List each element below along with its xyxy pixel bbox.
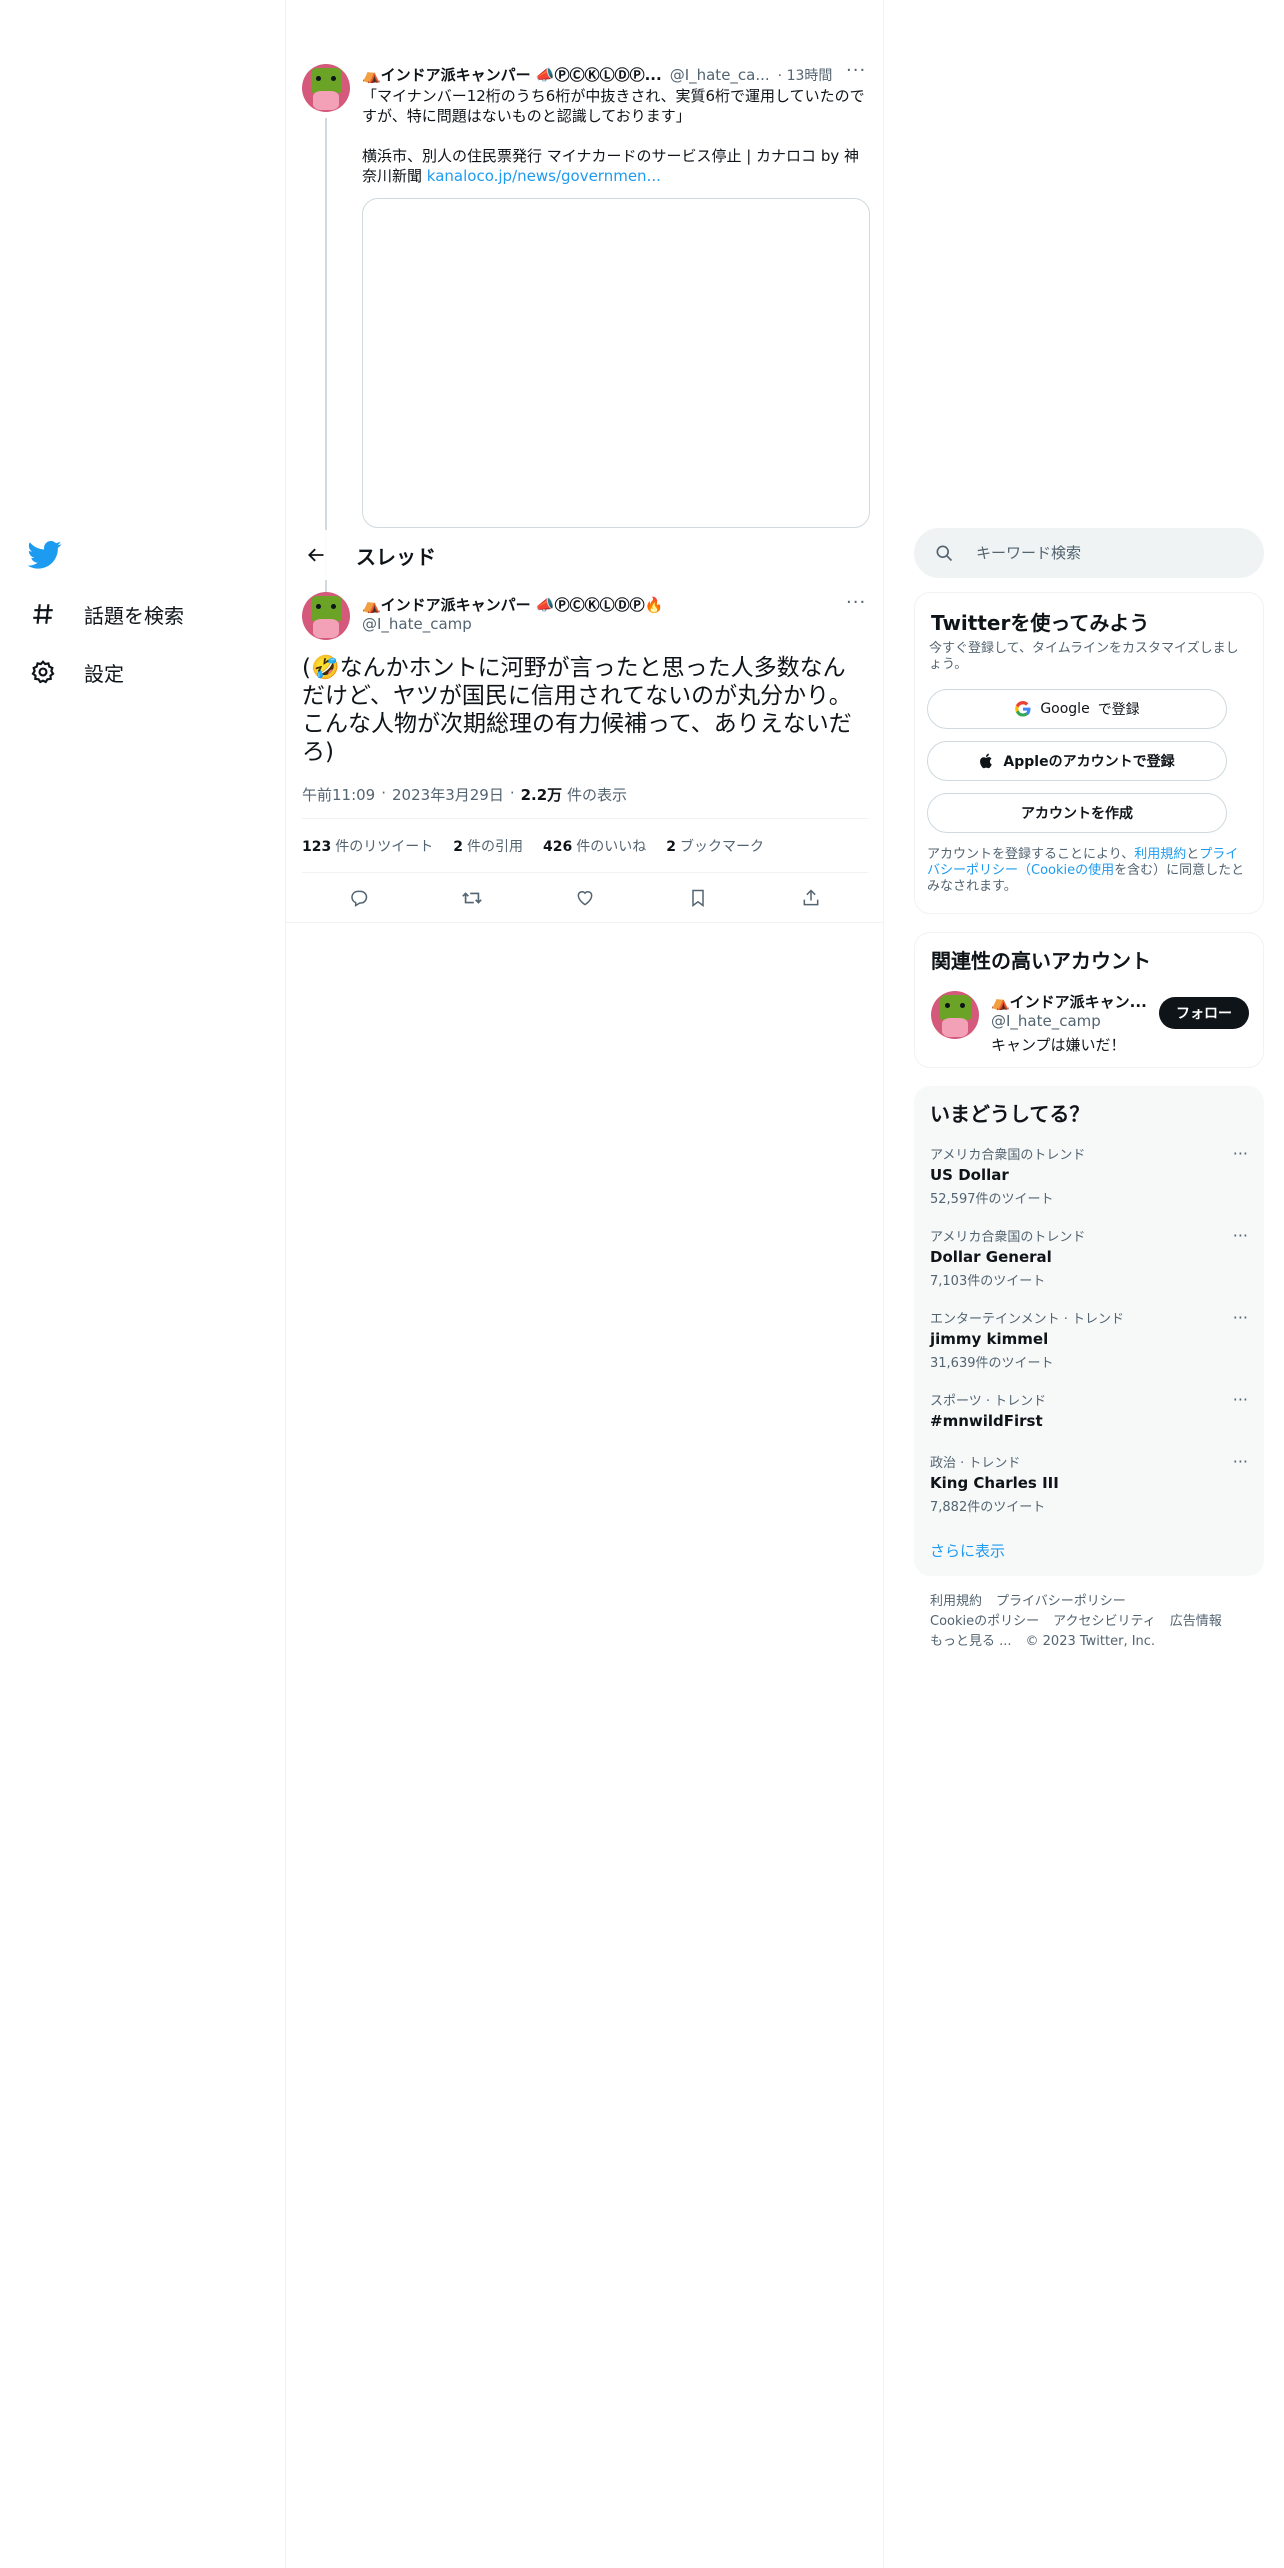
footer-link[interactable]: Cookieのポリシー — [930, 1614, 1039, 1629]
tweet-text: 「マイナンバー12桁のうち6桁が中抜きされ、実質6桁で運用していたのですが、特に… — [362, 87, 865, 185]
footer-link[interactable]: プライバシーポリシー — [996, 1594, 1126, 1609]
gear-icon — [26, 655, 60, 689]
account-name[interactable]: ⛺インドア派キャン... — [991, 991, 1151, 1012]
retweet-stat[interactable]: 123 件のリツイート — [302, 836, 433, 856]
account-bio: キャンプは嫌いだ！ — [991, 1036, 1126, 1054]
trend-item[interactable]: エンターテインメント · トレンド jimmy kimmel 31,639件のツ… — [930, 1308, 1248, 1371]
apple-signup-button[interactable]: Appleのアカウントで登録 — [927, 741, 1227, 781]
right-sidebar: Twitterを使ってみよう 今すぐ登録して、タイムラインをカスタマイズしましょ… — [914, 0, 1264, 2568]
show-more-link[interactable]: さらに表示 — [930, 1540, 1005, 1561]
nav-explore-label: 話題を検索 — [84, 603, 184, 628]
tweet-link[interactable]: kanaloco.jp/news/governmen... — [427, 167, 661, 185]
more-options-icon[interactable]: ··· — [1233, 1226, 1248, 1245]
arrow-left-icon — [308, 548, 324, 562]
author-name[interactable]: ⛺インドア派キャンパー 📣ⓅⒸⓀⓁⒹⓅ🔥 — [362, 594, 663, 615]
follow-button[interactable]: フォロー — [1159, 997, 1249, 1029]
more-options-icon[interactable]: ··· — [1233, 1390, 1248, 1409]
hashtag-icon — [26, 597, 60, 631]
reply-icon[interactable] — [341, 880, 377, 916]
footer-link[interactable]: もっと見る ... — [930, 1634, 1012, 1649]
account-handle[interactable]: @I_hate_camp — [991, 1012, 1151, 1030]
twitter-logo-icon[interactable] — [27, 540, 62, 570]
search-input[interactable] — [976, 544, 1236, 562]
footer: 利用規約 プライバシーポリシー Cookieのポリシー アクセシビリティ 広告情報 も… — [930, 1592, 1260, 1652]
search-bar[interactable] — [914, 528, 1264, 578]
nav-settings[interactable]: 設定 — [26, 655, 124, 689]
avatar[interactable] — [931, 991, 979, 1039]
nav-explore[interactable]: 話題を検索 — [26, 597, 184, 631]
nav-settings-label: 設定 — [84, 661, 124, 686]
footer-link[interactable]: 利用規約 — [930, 1594, 982, 1609]
trends-title: いまどうしてる？ — [930, 1102, 1090, 1126]
google-signup-button[interactable]: Google で登録 — [927, 689, 1227, 729]
tweet-text: (🤣なんかホントに河野が言ったと思った人多数なんだけど、ヤツが国民に信用されてな… — [302, 655, 852, 765]
signup-subtitle: 今すぐ登録して、タイムラインをカスタマイズしましょう。 — [929, 641, 1239, 672]
more-options-icon[interactable]: ··· — [1233, 1452, 1248, 1471]
tweet-time[interactable]: 午前11:09 — [302, 784, 375, 805]
more-options-icon[interactable]: ··· — [1233, 1308, 1248, 1327]
create-account-button[interactable]: アカウントを作成 — [927, 793, 1227, 833]
more-options-icon[interactable]: ··· — [846, 592, 866, 613]
divider — [302, 872, 868, 873]
more-options-icon[interactable]: ··· — [846, 60, 866, 81]
divider — [286, 922, 883, 923]
trend-item[interactable]: スポーツ · トレンド #mnwildFirst ··· — [930, 1390, 1248, 1430]
who-to-follow-panel: 関連性の高いアカウント ⛺インドア派キャン... @I_hate_camp キャ… — [914, 932, 1264, 1068]
trend-item[interactable]: 政治 · トレンド King Charles III 7,882件のツイート ·… — [930, 1452, 1248, 1515]
tweet-date[interactable]: 2023年3月29日 — [392, 784, 504, 805]
quote-stat[interactable]: 2 件の引用 — [453, 836, 523, 856]
trends-panel: いまどうしてる？ アメリカ合衆国のトレンド US Dollar 52,597件の… — [914, 1086, 1264, 1576]
avatar[interactable] — [302, 64, 350, 112]
footer-link[interactable]: アクセシビリティ — [1053, 1614, 1156, 1629]
terms-link[interactable]: 利用規約 — [1134, 847, 1186, 862]
divider — [302, 818, 868, 819]
tweet-stats: 123 件のリツイート 2 件の引用 426 件のいいね 2 ブックマーク — [302, 836, 764, 856]
author-handle[interactable]: @I_hate_ca... — [670, 66, 770, 84]
avatar[interactable] — [302, 592, 350, 640]
more-options-icon[interactable]: ··· — [1233, 1144, 1248, 1163]
copyright: © 2023 Twitter, Inc. — [1025, 1634, 1156, 1649]
left-nav: 話題を検索 設定 — [0, 0, 285, 2568]
who-to-follow-title: 関連性の高いアカウント — [931, 949, 1151, 973]
back-button[interactable] — [298, 537, 334, 573]
trend-item[interactable]: アメリカ合衆国のトレンド US Dollar 52,597件のツイート ··· — [930, 1144, 1248, 1207]
trend-item[interactable]: アメリカ合衆国のトレンド Dollar General 7,103件のツイート … — [930, 1226, 1248, 1289]
view-count: 2.2万 — [520, 786, 563, 804]
retweet-icon[interactable] — [454, 880, 490, 916]
bookmark-icon[interactable] — [680, 880, 716, 916]
author-name[interactable]: ⛺インドア派キャンパー 📣ⓅⒸⓀⓁⒹⓅ... — [362, 64, 662, 85]
google-icon — [1015, 701, 1031, 717]
tweet-time[interactable]: · 13時間 — [778, 65, 833, 85]
page-title: スレッド — [356, 544, 436, 569]
like-stat[interactable]: 426 件のいいね — [543, 836, 646, 856]
suggested-account[interactable]: ⛺インドア派キャン... @I_hate_camp キャンプは嫌いだ！ — [991, 991, 1151, 1055]
like-icon[interactable] — [567, 880, 603, 916]
tweet-meta: 午前11:09 · 2023年3月29日 · 2.2万 件の表示 — [302, 784, 627, 805]
terms-text: アカウントを登録することにより、利用規約とプライバシーポリシー（Cookieの使… — [927, 847, 1245, 894]
share-icon[interactable] — [793, 880, 829, 916]
link-card[interactable] — [362, 198, 870, 528]
footer-link[interactable]: 広告情報 — [1170, 1614, 1222, 1629]
tweet-actions — [302, 880, 868, 916]
column-divider — [883, 0, 884, 2568]
signup-title: Twitterを使ってみよう — [931, 611, 1150, 635]
search-icon — [936, 545, 953, 562]
author-handle[interactable]: @I_hate_camp — [362, 615, 663, 633]
thread-header: スレッド — [286, 530, 883, 580]
apple-icon — [980, 753, 993, 769]
main-column: ⛺インドア派キャンパー 📣ⓅⒸⓀⓁⒹⓅ... @I_hate_ca... · 1… — [286, 0, 883, 2568]
signup-panel: Twitterを使ってみよう 今すぐ登録して、タイムラインをカスタマイズしましょ… — [914, 592, 1264, 914]
bookmark-stat[interactable]: 2 ブックマーク — [666, 836, 764, 856]
